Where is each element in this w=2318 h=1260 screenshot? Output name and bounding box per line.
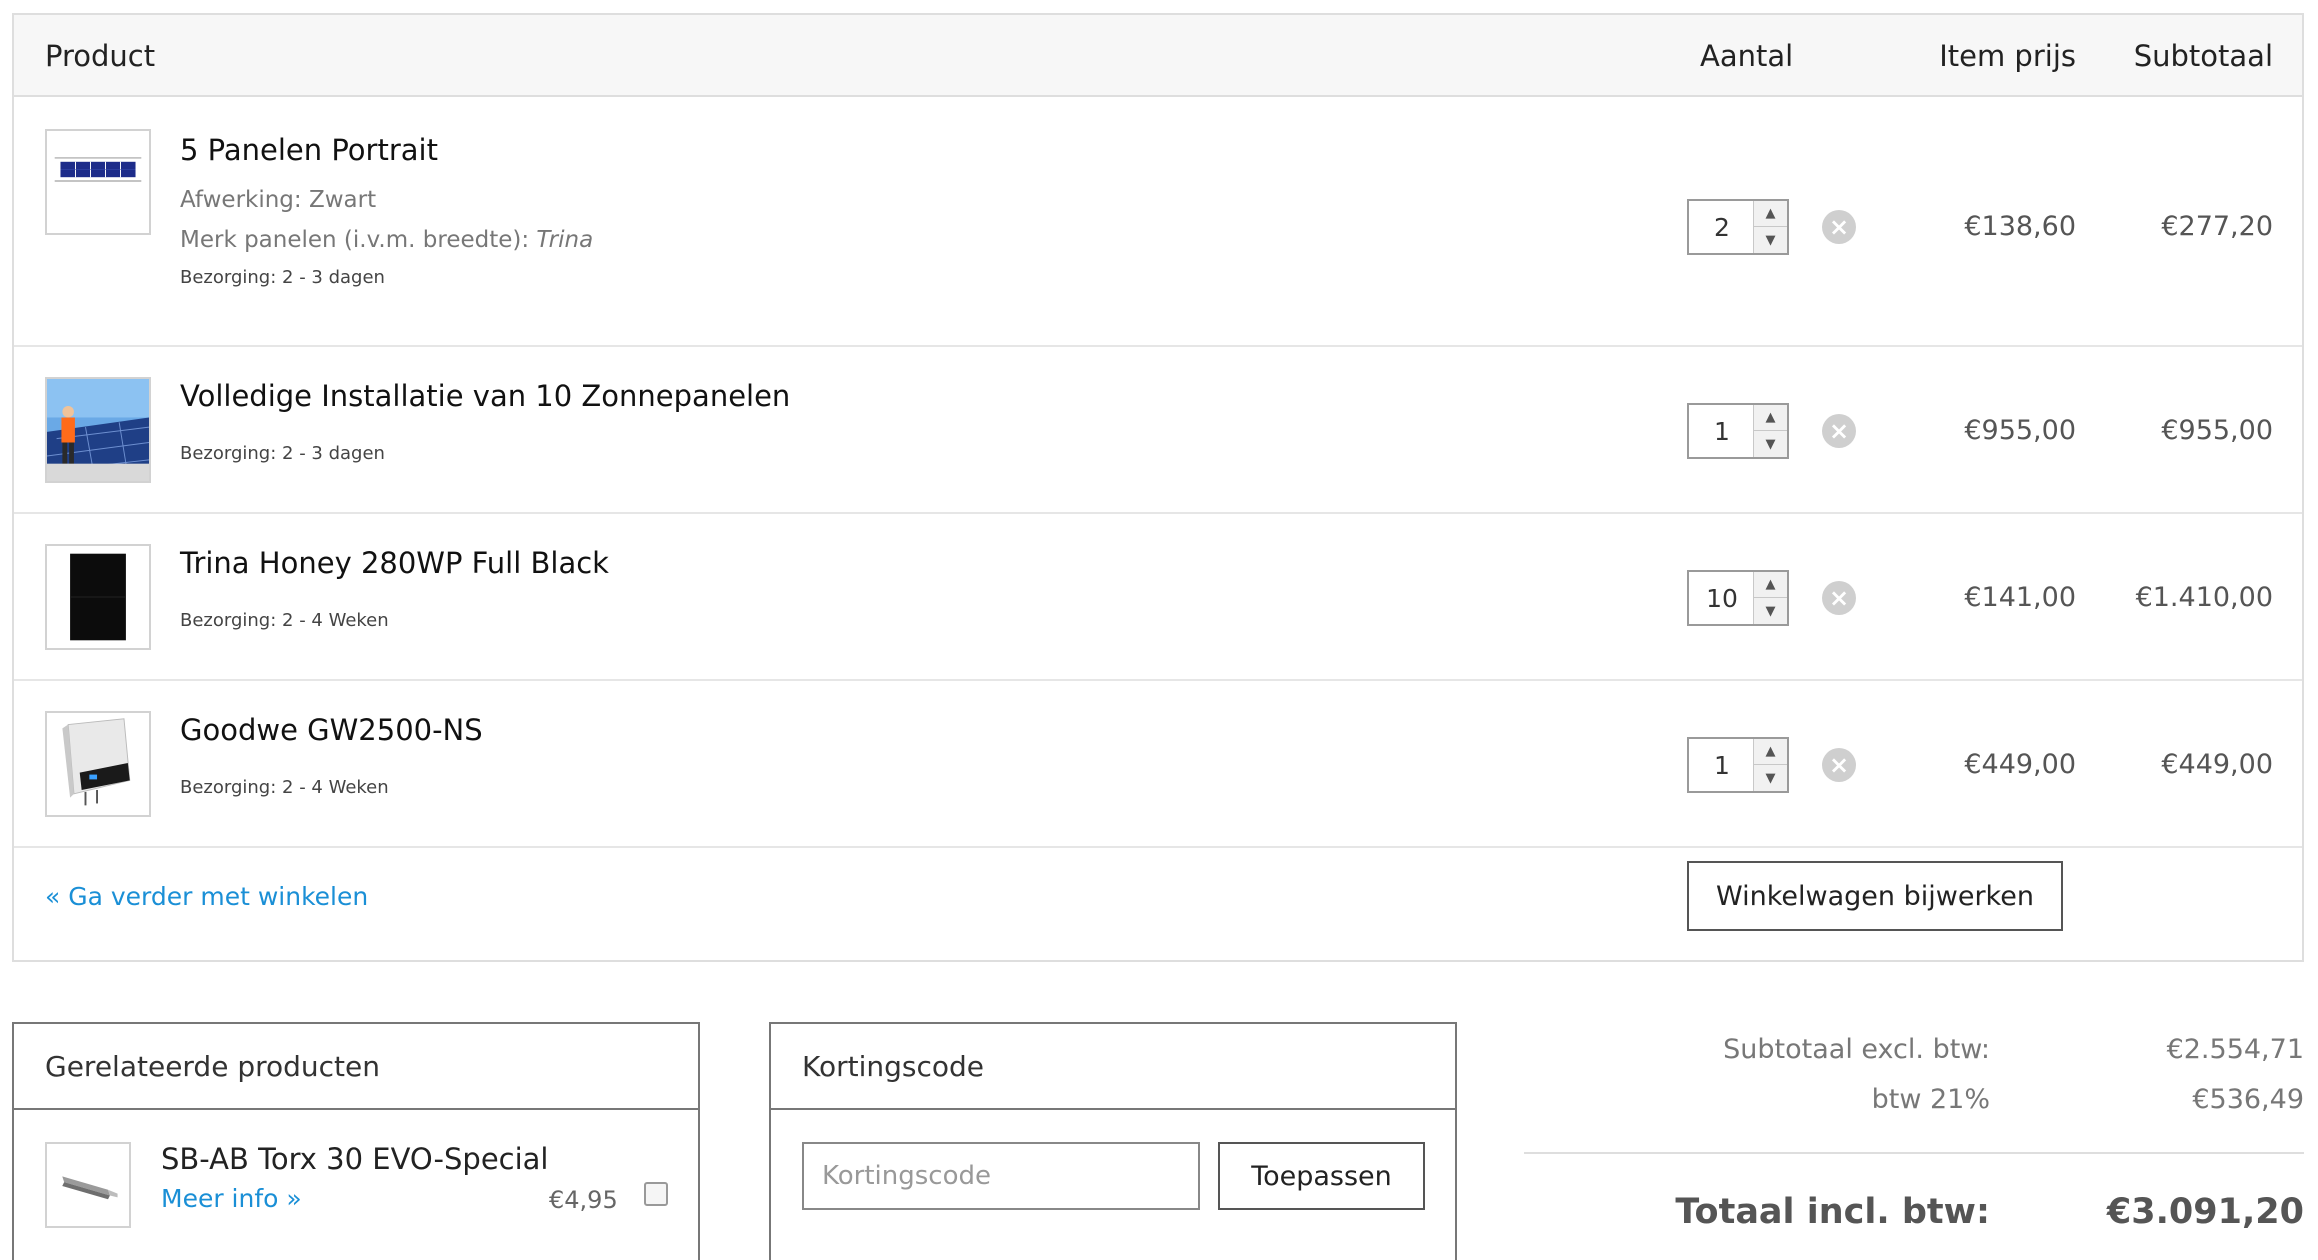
cart-row: Goodwe GW2500-NS Bezorging: 2 - 4 Weken … bbox=[14, 681, 2302, 848]
chevron-up-icon[interactable]: ▲ bbox=[1754, 739, 1787, 765]
vat-value: €536,49 bbox=[2192, 1084, 2304, 1115]
header-quantity: Aantal bbox=[1700, 39, 1794, 73]
apply-coupon-button[interactable]: Toepassen bbox=[1218, 1142, 1425, 1210]
remove-item-icon[interactable]: × bbox=[1822, 210, 1856, 244]
item-price: €138,60 bbox=[1964, 211, 2076, 242]
chevron-down-icon[interactable]: ▼ bbox=[1754, 765, 1787, 791]
quantity-stepper[interactable]: ▲ ▼ bbox=[1687, 570, 1789, 626]
item-subtotal: €955,00 bbox=[2161, 415, 2273, 446]
subtotal-excl-vat-value: €2.554,71 bbox=[2166, 1034, 2304, 1065]
product-delivery: Bezorging: 2 - 3 dagen bbox=[180, 443, 385, 464]
related-product-title[interactable]: SB-AB Torx 30 EVO-Special bbox=[161, 1142, 549, 1176]
quantity-stepper[interactable]: ▲ ▼ bbox=[1687, 403, 1789, 459]
chevron-down-icon[interactable]: ▼ bbox=[1754, 431, 1787, 457]
product-panel-brand: Merk panelen (i.v.m. breedte): Trina bbox=[180, 227, 594, 253]
item-price: €955,00 bbox=[1964, 415, 2076, 446]
vat-label: btw 21% bbox=[1871, 1084, 1990, 1115]
cart-table-header: Product Aantal Item prijs Subtotaal bbox=[14, 15, 2302, 97]
coupon-panel: Kortingscode Toepassen bbox=[769, 1022, 1457, 1260]
total-incl-vat-label: Totaal incl. btw: bbox=[1675, 1192, 1990, 1232]
quantity-input[interactable] bbox=[1689, 201, 1755, 253]
header-item-price: Item prijs bbox=[1939, 39, 2076, 73]
order-totals: Subtotaal excl. btw: €2.554,71 btw 21% €… bbox=[1524, 1022, 2304, 1250]
product-title[interactable]: Volledige Installatie van 10 Zonnepanele… bbox=[180, 379, 790, 413]
header-product: Product bbox=[45, 39, 156, 73]
coupon-title: Kortingscode bbox=[771, 1024, 1455, 1110]
quantity-stepper[interactable]: ▲ ▼ bbox=[1687, 737, 1789, 793]
related-product-checkbox[interactable] bbox=[644, 1182, 668, 1206]
cart-row: Trina Honey 280WP Full Black Bezorging: … bbox=[14, 514, 2302, 681]
torx-bit-icon[interactable] bbox=[45, 1142, 131, 1228]
product-delivery: Bezorging: 2 - 4 Weken bbox=[180, 610, 389, 631]
product-delivery: Bezorging: 2 - 3 dagen bbox=[180, 267, 385, 288]
black-solar-panel-icon[interactable] bbox=[45, 544, 151, 650]
product-panel-brand-value: Trina bbox=[536, 227, 594, 253]
continue-shopping-link[interactable]: « Ga verder met winkelen bbox=[45, 882, 368, 911]
product-finish: Afwerking: Zwart bbox=[180, 187, 377, 213]
item-price: €141,00 bbox=[1964, 582, 2076, 613]
quantity-input[interactable] bbox=[1689, 405, 1755, 457]
solar-panel-array-icon[interactable] bbox=[45, 129, 151, 235]
related-product-price: €4,95 bbox=[549, 1186, 618, 1214]
remove-item-icon[interactable]: × bbox=[1822, 748, 1856, 782]
product-title[interactable]: Trina Honey 280WP Full Black bbox=[180, 546, 609, 580]
subtotal-excl-vat-label: Subtotaal excl. btw: bbox=[1723, 1034, 1990, 1065]
item-subtotal: €449,00 bbox=[2161, 749, 2273, 780]
cart-row: 5 Panelen Portrait Afwerking: Zwart Merk… bbox=[14, 99, 2302, 347]
product-delivery: Bezorging: 2 - 4 Weken bbox=[180, 777, 389, 798]
remove-item-icon[interactable]: × bbox=[1822, 414, 1856, 448]
chevron-down-icon[interactable]: ▼ bbox=[1754, 227, 1787, 253]
installation-photo-icon[interactable] bbox=[45, 377, 151, 483]
cart-actions: « Ga verder met winkelen Winkelwagen bij… bbox=[14, 832, 2302, 960]
chevron-up-icon[interactable]: ▲ bbox=[1754, 201, 1787, 227]
product-title[interactable]: 5 Panelen Portrait bbox=[180, 133, 438, 167]
chevron-up-icon[interactable]: ▲ bbox=[1754, 405, 1787, 431]
totals-divider bbox=[1524, 1152, 2304, 1154]
related-more-info-link[interactable]: Meer info » bbox=[161, 1184, 302, 1213]
chevron-down-icon[interactable]: ▼ bbox=[1754, 598, 1787, 624]
header-subtotal: Subtotaal bbox=[2133, 39, 2273, 73]
related-products-title: Gerelateerde producten bbox=[14, 1024, 698, 1110]
cart-row: Volledige Installatie van 10 Zonnepanele… bbox=[14, 347, 2302, 514]
related-products-panel: Gerelateerde producten SB-AB Torx 30 EVO… bbox=[12, 1022, 700, 1260]
item-subtotal: €277,20 bbox=[2161, 211, 2273, 242]
quantity-input[interactable] bbox=[1689, 572, 1755, 624]
item-price: €449,00 bbox=[1964, 749, 2076, 780]
total-incl-vat-value: €3.091,20 bbox=[2106, 1192, 2304, 1232]
quantity-stepper[interactable]: ▲ ▼ bbox=[1687, 199, 1789, 255]
quantity-input[interactable] bbox=[1689, 739, 1755, 791]
remove-item-icon[interactable]: × bbox=[1822, 581, 1856, 615]
update-cart-button[interactable]: Winkelwagen bijwerken bbox=[1687, 861, 2063, 931]
cart-table: Product Aantal Item prijs Subtotaal 5 Pa… bbox=[12, 13, 2304, 962]
inverter-icon[interactable] bbox=[45, 711, 151, 817]
coupon-input[interactable] bbox=[802, 1142, 1200, 1210]
product-title[interactable]: Goodwe GW2500-NS bbox=[180, 713, 483, 747]
chevron-up-icon[interactable]: ▲ bbox=[1754, 572, 1787, 598]
item-subtotal: €1.410,00 bbox=[2135, 582, 2273, 613]
